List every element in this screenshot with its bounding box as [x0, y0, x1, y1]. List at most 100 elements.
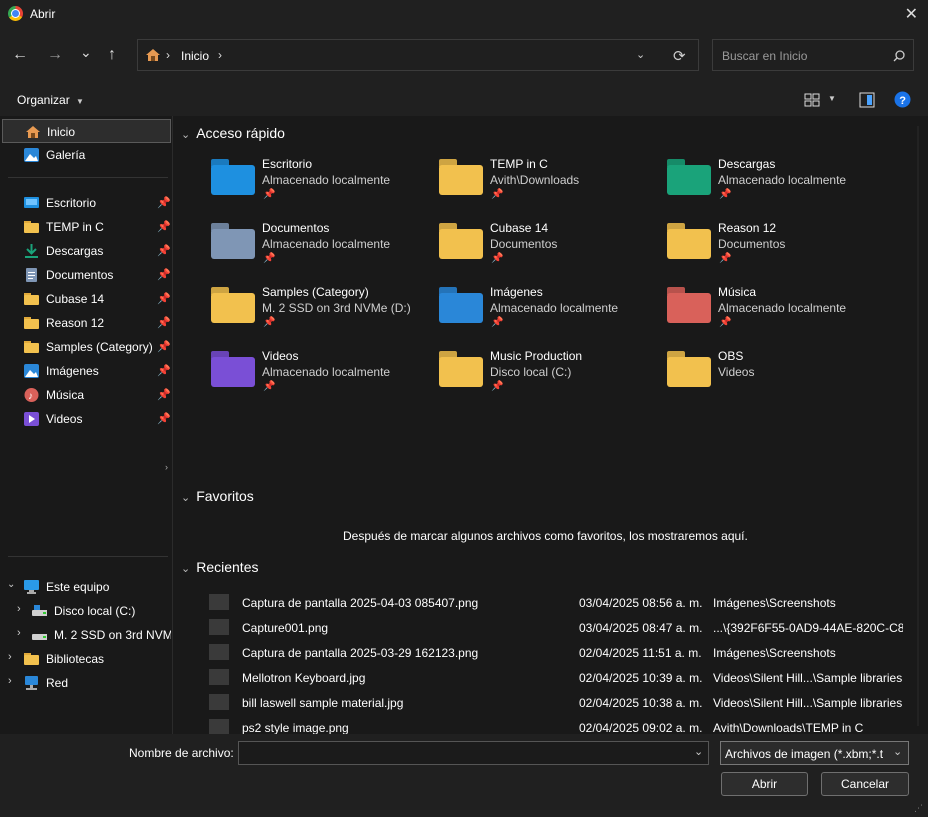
sidebar-item-escritorio[interactable]: Escritorio 📌 [0, 191, 171, 215]
sidebar-item-temp-in-c[interactable]: TEMP in C 📌 [0, 215, 171, 239]
sidebar-item-reason-12[interactable]: Reason 12 📌 [0, 311, 171, 335]
search-input[interactable]: Buscar en Inicio [712, 39, 914, 71]
sidebar-item-inicio[interactable]: Inicio [2, 119, 171, 143]
sidebar-item-m2-ssd[interactable]: › M. 2 SSD on 3rd NVMe [0, 623, 171, 647]
chevron-down-icon: ⌄ [893, 746, 903, 758]
folder-icon [667, 159, 711, 195]
item-name: Escritorio [262, 157, 313, 171]
recent-file-location: Imágenes\Screenshots [713, 646, 836, 660]
quick-access-item-descargas[interactable]: Descargas Almacenado localmente 📌 [629, 151, 857, 215]
chevron-down-icon[interactable]: ⌄ [7, 579, 15, 590]
recent-row[interactable]: Mellotron Keyboard.jpg 02/04/2025 10:39 a… [173, 665, 928, 690]
forward-button[interactable]: → [47, 46, 63, 64]
sidebar-item-documentos[interactable]: Documentos 📌 [0, 263, 171, 287]
sidebar-item-label: Música [46, 388, 85, 402]
folder-icon [24, 317, 39, 329]
sidebar-scroll-chevron-icon[interactable]: › [165, 462, 168, 472]
view-dropdown-icon[interactable]: ▼ [828, 94, 836, 103]
breadcrumb-chevron[interactable]: › [218, 48, 222, 62]
section-title: Recientes [196, 559, 259, 575]
sidebar-item-samples-category[interactable]: Samples (Category) 📌 [0, 335, 171, 359]
chevron-right-icon[interactable]: › [8, 675, 12, 687]
quick-access-item-obs[interactable]: OBS Videos [629, 343, 857, 407]
recent-row[interactable]: ps2 style image.png 02/04/2025 09:02 a. m… [173, 715, 928, 734]
recent-row[interactable]: Captura de pantalla 2025-04-03 085407.pn… [173, 590, 928, 615]
pin-icon: 📌 [491, 253, 504, 264]
organize-menu-button[interactable]: Organizar ▼ [17, 93, 84, 107]
chevron-right-icon[interactable]: › [8, 651, 12, 663]
sidebar-item-musica[interactable]: ♪ Música 📌 [0, 383, 171, 407]
recent-row[interactable]: Captura de pantalla 2025-03-29 162123.pn… [173, 640, 928, 665]
recent-row[interactable]: bill laswell sample material.jpg 02/04/20… [173, 690, 928, 715]
quick-access-item-videos[interactable]: Videos Almacenado localmente 📌 [173, 343, 401, 407]
pin-icon: 📌 [263, 317, 276, 328]
quick-access-item-samples-category[interactable]: Samples (Category) M. 2 SSD on 3rd NVMe (… [173, 279, 411, 343]
close-icon[interactable]: ✕ [905, 4, 918, 24]
recent-locations-button[interactable]: ⌄ [80, 44, 92, 61]
sidebar-item-galeria[interactable]: Galería [0, 143, 171, 167]
chevron-right-icon[interactable]: › [17, 603, 21, 615]
sidebar-item-descargas[interactable]: Descargas 📌 [0, 239, 171, 263]
quick-access-item-temp-in-c[interactable]: TEMP in C Avith\Downloads 📌 [401, 151, 629, 215]
folder-icon [24, 341, 39, 353]
pin-icon: 📌 [157, 269, 171, 281]
folder-icon [439, 159, 483, 195]
sidebar-item-videos[interactable]: Videos 📌 [0, 407, 171, 431]
cancel-button[interactable]: Cancelar [821, 772, 909, 796]
section-title: Favoritos [196, 488, 254, 504]
filename-input[interactable]: ⌄ [238, 741, 709, 765]
item-location: M. 2 SSD on 3rd NVMe (D:) [262, 301, 411, 315]
filetype-select[interactable]: Archivos de imagen (*.xbm;*.tif ⌄ [720, 741, 909, 765]
up-button[interactable]: ↑ [108, 46, 116, 64]
chevron-down-icon[interactable]: ⌄ [694, 745, 703, 758]
preview-pane-icon[interactable] [859, 92, 875, 108]
sidebar-item-bibliotecas[interactable]: › Bibliotecas [0, 647, 171, 671]
quick-access-item-reason-12[interactable]: Reason 12 Documentos 📌 [629, 215, 857, 279]
chevron-right-icon[interactable]: › [17, 627, 21, 639]
sidebar-item-este-equipo[interactable]: ⌄ Este equipo [0, 575, 171, 599]
section-header-favorites[interactable]: ⌄ Favoritos [181, 488, 254, 504]
folder-icon [24, 293, 39, 305]
quick-access-item-music-production[interactable]: Music Production Disco local (C:) 📌 [401, 343, 629, 407]
pin-icon: 📌 [157, 245, 171, 257]
view-options-icon[interactable] [804, 92, 820, 108]
back-button[interactable]: ← [12, 46, 28, 64]
open-button[interactable]: Abrir [721, 772, 808, 796]
sidebar-item-imagenes[interactable]: Imágenes 📌 [0, 359, 171, 383]
sidebar-item-disco-local-c[interactable]: › Disco local (C:) [0, 599, 171, 623]
chrome-app-icon [8, 6, 23, 21]
quick-access-item-documentos[interactable]: Documentos Almacenado localmente 📌 [173, 215, 401, 279]
item-name: Música [718, 285, 757, 299]
home-icon [146, 49, 160, 61]
item-location: Almacenado localmente [262, 365, 391, 379]
sidebar-item-label: Disco local (C:) [54, 604, 136, 618]
image-thumbnail [209, 669, 229, 685]
image-thumbnail [209, 594, 229, 610]
drive-icon [32, 605, 47, 616]
desktop-icon [24, 197, 39, 208]
computer-icon [24, 580, 39, 594]
gallery-icon [24, 148, 39, 162]
folder-icon [211, 223, 255, 259]
section-header-recent[interactable]: ⌄ Recientes [181, 559, 258, 575]
help-icon[interactable]: ? [894, 91, 911, 108]
section-header-quick-access[interactable]: ⌄ Acceso rápido [181, 125, 285, 141]
quick-access-item-musica[interactable]: Música Almacenado localmente 📌 [629, 279, 857, 343]
refresh-icon[interactable]: ⟳ [673, 47, 686, 65]
videos-icon [24, 412, 39, 426]
breadcrumb-item-inicio[interactable]: Inicio [181, 49, 209, 63]
sidebar-item-red[interactable]: › Red [0, 671, 171, 695]
address-dropdown-icon[interactable]: ⌄ [636, 48, 645, 61]
item-name: Videos [262, 349, 299, 363]
quick-access-item-imagenes[interactable]: Imágenes Almacenado localmente 📌 [401, 279, 629, 343]
address-bar[interactable]: › Inicio › ⌄ ⟳ [137, 39, 699, 71]
quick-access-item-escritorio[interactable]: Escritorio Almacenado localmente 📌 [173, 151, 401, 215]
recent-file-name: Captura de pantalla 2025-04-03 085407.pn… [242, 596, 479, 610]
recent-row[interactable]: Capture001.png 03/04/2025 08:47 a. m. ...\… [173, 615, 928, 640]
sidebar-item-cubase-14[interactable]: Cubase 14 📌 [0, 287, 171, 311]
sidebar-item-label: Este equipo [46, 580, 110, 594]
quick-access-item-cubase-14[interactable]: Cubase 14 Documentos 📌 [401, 215, 629, 279]
resize-grip-icon[interactable]: ⋰ [914, 803, 923, 814]
pin-icon: 📌 [157, 197, 171, 209]
folder-icon [439, 287, 483, 323]
